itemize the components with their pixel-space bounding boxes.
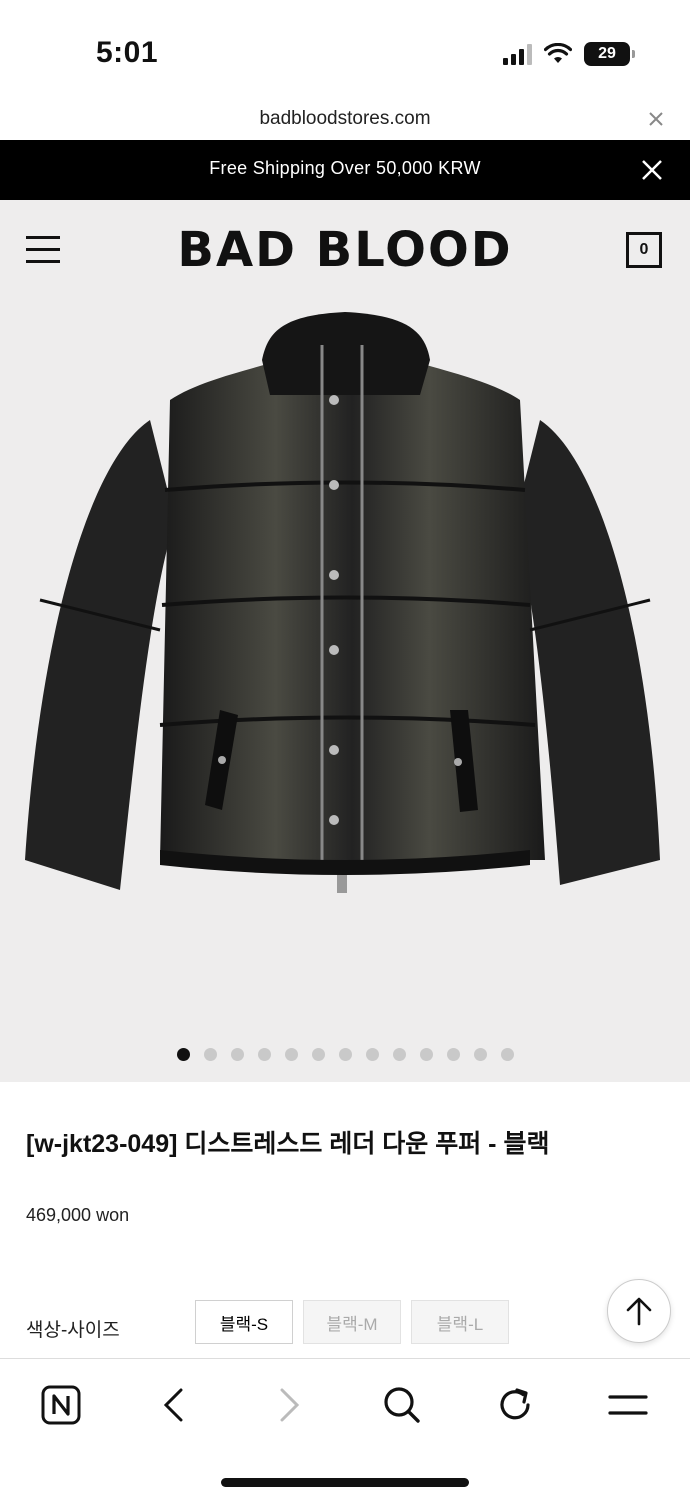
chevron-right-icon[interactable] [265, 1381, 313, 1429]
status-bar: 5:01 29 [0, 0, 690, 100]
gallery-dots[interactable] [0, 1048, 690, 1061]
gallery-dot[interactable] [473, 1048, 487, 1061]
naver-n-icon[interactable] [37, 1381, 85, 1429]
gallery-dot[interactable] [419, 1048, 433, 1061]
gallery-dot[interactable] [203, 1048, 217, 1061]
gallery-dot[interactable] [365, 1048, 379, 1061]
close-icon[interactable] [632, 150, 672, 190]
arrow-up-icon[interactable] [625, 1296, 653, 1326]
announcement-bar: Free Shipping Over 50,000 KRW [0, 140, 690, 200]
browser-toolbar [0, 1358, 690, 1500]
url-bar[interactable]: badbloodstores.com [0, 100, 690, 140]
site-header: BAD BLOOD 0 [0, 200, 690, 300]
gallery-dot[interactable] [311, 1048, 325, 1061]
gallery-dot[interactable] [230, 1048, 244, 1061]
brand-logo[interactable]: BAD BLOOD [0, 222, 690, 278]
url-text[interactable]: badbloodstores.com [0, 108, 690, 130]
option-button-black-s[interactable]: 블랙-S [195, 1300, 293, 1344]
cart-count: 0 [639, 241, 649, 258]
menu-lines-icon[interactable] [604, 1381, 652, 1429]
close-icon[interactable] [648, 106, 664, 134]
option-button-black-l[interactable]: 블랙-L [411, 1300, 509, 1344]
wifi-icon [544, 43, 572, 63]
product-image-gallery[interactable] [0, 300, 690, 1082]
gallery-dot[interactable] [392, 1048, 406, 1061]
shopping-bag-icon[interactable]: 0 [626, 232, 662, 268]
announcement-text: Free Shipping Over 50,000 KRW [209, 158, 481, 178]
product-image[interactable] [0, 300, 690, 1040]
home-indicator[interactable] [221, 1478, 469, 1487]
option-button-black-m[interactable]: 블랙-M [303, 1300, 401, 1344]
announcement-close-button[interactable] [632, 150, 672, 190]
gallery-dot[interactable] [446, 1048, 460, 1061]
chevron-left-icon[interactable] [150, 1381, 198, 1429]
battery-icon: 29 [584, 42, 635, 66]
reload-icon[interactable] [491, 1381, 539, 1429]
search-icon[interactable] [378, 1381, 426, 1429]
gallery-dot[interactable] [338, 1048, 352, 1061]
gallery-dot[interactable] [500, 1048, 514, 1061]
gallery-dot[interactable] [284, 1048, 298, 1061]
product-price: 469,000 won [26, 1205, 130, 1225]
status-icons: 29 [503, 42, 635, 66]
scroll-to-top-button[interactable] [607, 1279, 671, 1343]
gallery-dot[interactable] [176, 1048, 190, 1061]
gallery-dot[interactable] [257, 1048, 271, 1061]
cellular-signal-icon [503, 43, 532, 65]
product-title: [w-jkt23-049] 디스트레스드 레더 다운 푸퍼 - 블랙 [26, 1130, 550, 1158]
status-time: 5:01 [96, 36, 159, 69]
option-label: 색상-사이즈 [26, 1320, 120, 1341]
